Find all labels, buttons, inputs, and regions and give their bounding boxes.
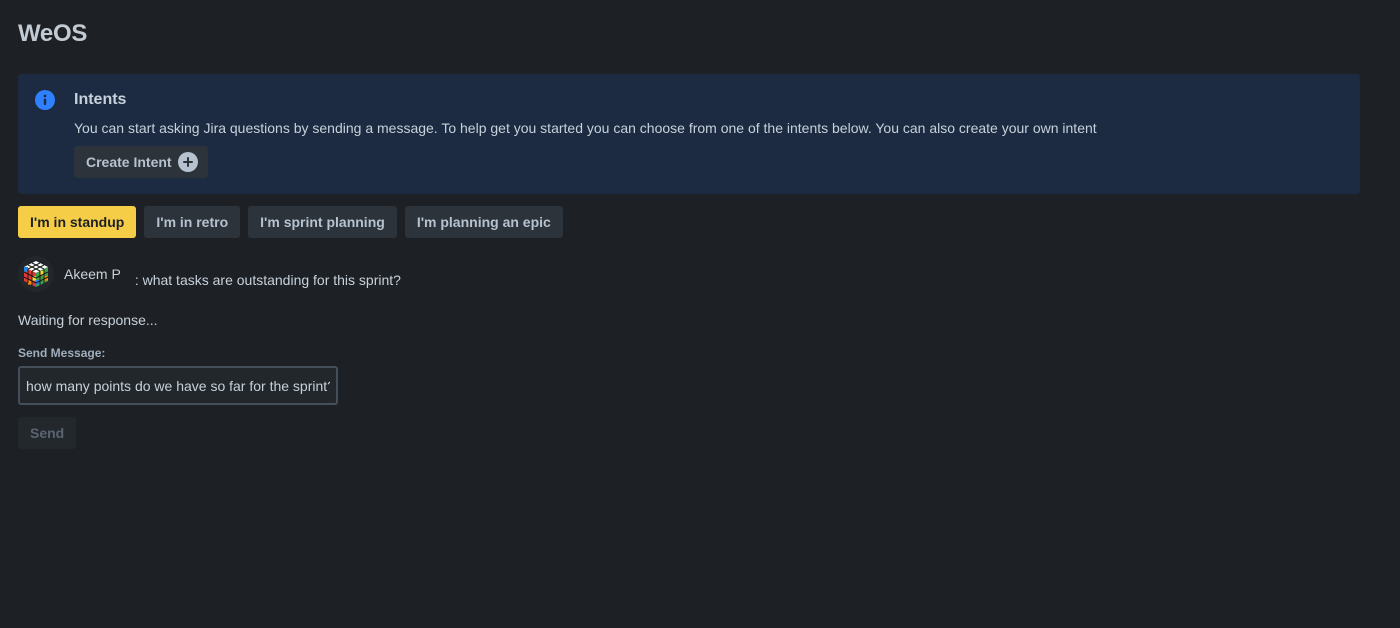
intent-retro-button[interactable]: I'm in retro	[144, 206, 241, 238]
intent-buttons: I'm in standup I'm in retro I'm sprint p…	[18, 206, 563, 238]
intent-standup-button[interactable]: I'm in standup	[18, 206, 137, 238]
response-status: Waiting for response...	[18, 312, 158, 328]
message-sender: Akeem P	[64, 266, 121, 282]
page: WeOS Intents You can start asking Jira q…	[0, 0, 1400, 628]
send-message-label: Send Message:	[18, 346, 106, 360]
intents-description: You can start asking Jira questions by s…	[74, 120, 1097, 136]
chat-message: Akeem P : what tasks are outstanding for…	[18, 256, 401, 292]
intent-epic-planning-button[interactable]: I'm planning an epic	[404, 206, 563, 238]
message-text: : what tasks are outstanding for this sp…	[134, 272, 401, 288]
rubiks-cube-avatar	[18, 256, 54, 292]
intent-sprint-planning-button[interactable]: I'm sprint planning	[248, 206, 397, 238]
create-intent-label: Create Intent	[86, 154, 172, 170]
intents-info-panel: Intents You can start asking Jira questi…	[18, 74, 1360, 194]
info-icon	[35, 90, 55, 110]
create-intent-button[interactable]: Create Intent	[74, 146, 208, 178]
app-title: WeOS	[18, 20, 88, 47]
send-button[interactable]: Send	[18, 417, 77, 449]
message-input[interactable]	[18, 366, 338, 405]
plus-circle-icon	[177, 152, 198, 172]
intents-heading: Intents	[74, 91, 127, 108]
